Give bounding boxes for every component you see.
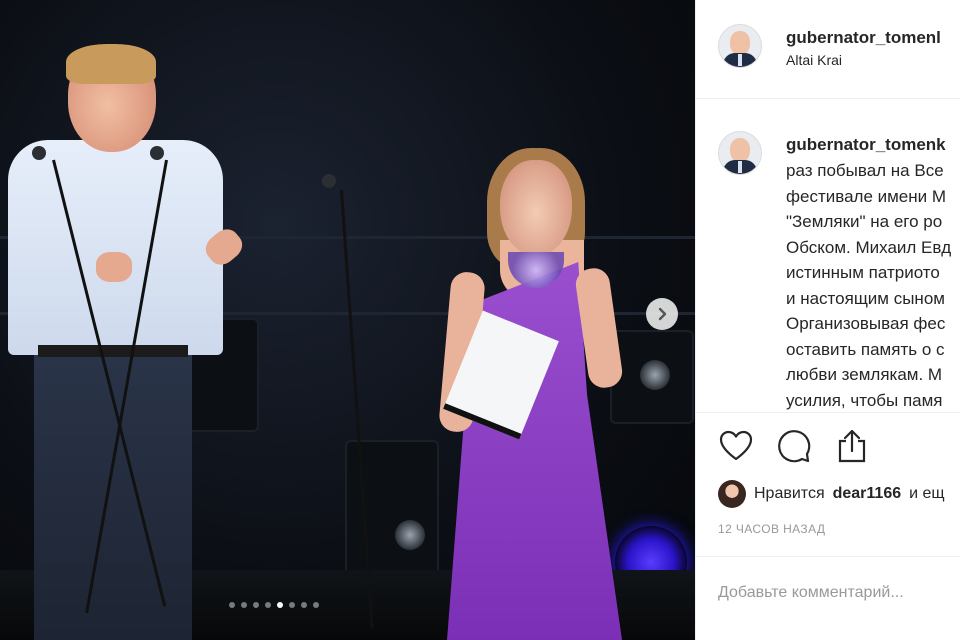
- woman-head: [500, 160, 572, 256]
- chevron-right-icon: [658, 307, 667, 321]
- stage-spotlight: [640, 360, 670, 390]
- microphone-icon: [322, 174, 336, 188]
- caption-line: "Земляки" на его ро: [786, 212, 943, 231]
- carousel-dot: [253, 602, 259, 608]
- carousel-dot: [241, 602, 247, 608]
- man-hand: [96, 252, 132, 282]
- caption-line: оставить память о с: [786, 339, 945, 359]
- carousel-next-button[interactable]: [646, 298, 678, 330]
- caption-line: и настоящим сыном: [786, 288, 945, 308]
- man-belt: [38, 345, 188, 357]
- post-side-panel: gubernator_tomenl Altai Krai gubernator_…: [695, 0, 960, 640]
- heart-icon: [719, 430, 753, 461]
- avatar[interactable]: [718, 24, 762, 68]
- carousel-dot: [289, 602, 295, 608]
- carousel-dot: [301, 602, 307, 608]
- post-caption: раз побывал на Все фестивале имени М "Земл…: [786, 158, 960, 413]
- comment-icon: [778, 430, 811, 463]
- man-shirt: [8, 140, 223, 355]
- microphone-icon: [32, 146, 46, 160]
- header-location[interactable]: Altai Krai: [786, 52, 842, 68]
- comment-input[interactable]: Добавьте комментарий...: [718, 584, 904, 602]
- carousel-indicator: [229, 602, 319, 608]
- liker-username[interactable]: dear1166: [833, 485, 902, 503]
- likes-prefix: Нравится: [754, 485, 825, 502]
- microphone-icon: [150, 146, 164, 160]
- caption-line: Обском. Михаил Евд: [786, 237, 952, 257]
- caption-line: любви землякам. М: [786, 365, 943, 384]
- carousel-dot: [229, 602, 235, 608]
- carousel-dot: [313, 602, 319, 608]
- post-photo[interactable]: [0, 0, 695, 640]
- share-icon: [838, 429, 866, 463]
- divider: [696, 412, 960, 413]
- avatar[interactable]: [718, 131, 762, 175]
- caption-line: фестивале имени М: [786, 186, 947, 206]
- share-button[interactable]: [834, 428, 870, 464]
- stage-spotlight: [395, 520, 425, 550]
- divider: [696, 98, 960, 99]
- caption-line: Организовывая фес: [786, 314, 946, 333]
- divider: [696, 556, 960, 557]
- caption-line: раз побывал на Все: [786, 161, 944, 180]
- carousel-dot: [277, 602, 283, 608]
- post-actions: [718, 428, 870, 464]
- comment-button[interactable]: [776, 428, 812, 464]
- caption-username[interactable]: gubernator_tomenk: [786, 135, 946, 155]
- caption-line: истинным патриото: [786, 263, 940, 282]
- like-button[interactable]: [718, 428, 754, 464]
- caption-line: усилия, чтобы памя: [786, 390, 943, 410]
- header-username[interactable]: gubernator_tomenl: [786, 28, 941, 48]
- man-hair: [66, 44, 156, 84]
- carousel-dot: [265, 602, 271, 608]
- likes-summary[interactable]: Нравится dear1166 и ещ: [718, 480, 945, 508]
- liker-avatar[interactable]: [718, 480, 746, 508]
- likes-suffix: и ещ: [909, 485, 945, 502]
- post-timestamp[interactable]: 12 ЧАСОВ НАЗАД: [718, 522, 825, 536]
